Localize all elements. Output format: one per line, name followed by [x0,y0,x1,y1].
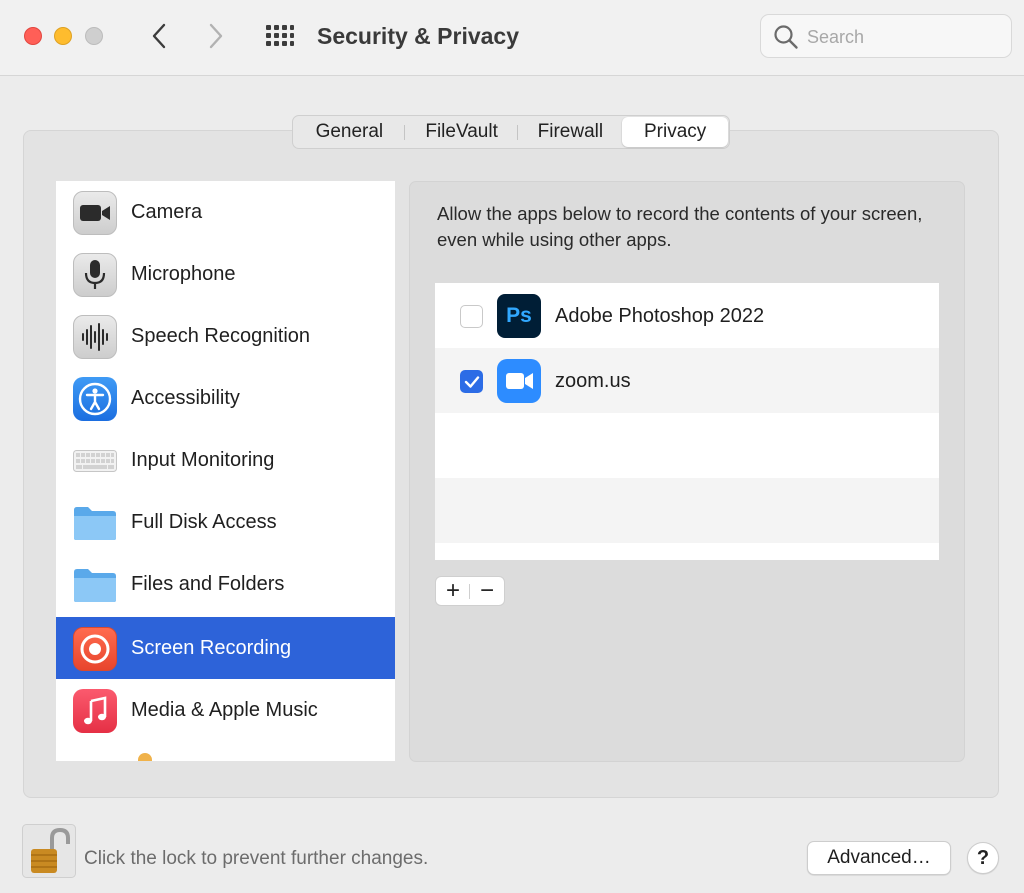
back-button[interactable] [144,20,174,52]
music-app-icon [72,688,118,734]
window-title: Security & Privacy [317,23,520,49]
sidebar-item-files-and-folders[interactable]: Files and Folders [56,553,395,615]
full-disk-app-icon [72,500,118,546]
tab-privacy[interactable]: Privacy [622,117,728,147]
folder-icon [74,569,116,602]
partially-hidden-item-icon [138,753,152,761]
search-icon [774,25,798,49]
tab-bar: General FileVault Firewall Privacy [292,115,730,149]
lock-status-text: Click the lock to prevent further change… [84,848,429,869]
sidebar-item-label: Media & Apple Music [131,699,318,721]
add-app-button[interactable]: + [436,577,470,605]
sidebar-item-label: Microphone [131,263,236,285]
chevron-right-icon [209,23,223,49]
zoom-icon [497,359,541,403]
privacy-category-list[interactable]: Camera Microphone Speech Recognition Acc… [56,181,395,761]
sidebar-item-label: Files and Folders [131,573,285,595]
advanced-button[interactable]: Advanced… [807,841,951,875]
remove-app-button[interactable]: − [470,577,504,605]
app-row-zoom[interactable]: zoom.us [435,348,939,413]
app-name: zoom.us [555,370,631,392]
sidebar-item-speech-recognition[interactable]: Speech Recognition [56,305,395,367]
sidebar-item-input-monitoring[interactable]: Input Monitoring [56,429,395,491]
input-monitoring-app-icon [72,438,118,484]
accessibility-app-icon [72,376,118,422]
forward-button[interactable] [201,20,231,52]
sidebar-item-label: Accessibility [131,387,240,409]
sidebar-item-label: Input Monitoring [131,449,275,471]
sidebar-item-label: Speech Recognition [131,325,311,347]
empty-row [435,478,939,543]
keyboard-icon [73,450,117,472]
photoshop-icon: Ps [497,294,541,338]
sidebar-item-camera[interactable]: Camera [56,181,395,243]
search-input[interactable] [807,23,1003,51]
sidebar-item-label: Screen Recording [131,637,292,659]
title-bar: Security & Privacy [0,0,1024,76]
folder-icon [74,507,116,540]
zoom-window-button[interactable] [85,27,103,45]
record-icon [73,627,117,671]
permission-description: Allow the apps below to record the conte… [437,203,923,250]
photoshop-checkbox[interactable] [460,305,483,328]
camera-app-icon [72,190,118,236]
help-button[interactable]: ? [967,842,999,874]
sidebar-item-microphone[interactable]: Microphone [56,243,395,305]
music-note-icon [73,689,117,733]
sidebar-item-label: Camera [131,201,203,223]
show-all-button[interactable] [262,22,298,50]
tab-filevault[interactable]: FileVault [405,117,519,147]
search-field[interactable] [760,14,1012,58]
minus-icon: − [479,577,494,604]
camera-icon [73,191,117,235]
minimize-window-button[interactable] [54,27,72,45]
chevron-left-icon [152,23,166,49]
microphone-icon [73,253,117,297]
tab-general[interactable]: General [294,117,405,147]
plus-icon: + [445,577,460,604]
accessibility-icon [73,377,117,421]
zoom-checkbox[interactable] [460,370,483,393]
sidebar-item-full-disk-access[interactable]: Full Disk Access [56,491,395,553]
checkmark-icon [464,375,479,388]
sidebar-item-media-apple-music[interactable]: Media & Apple Music [56,679,395,741]
app-permission-list[interactable]: Ps Adobe Photoshop 2022 zoom.us [435,283,939,560]
grid-icon [266,25,294,46]
waveform-icon [73,315,117,359]
screen-recording-app-icon [72,626,118,672]
unlocked-padlock-icon [22,824,76,878]
sidebar-item-label: Full Disk Access [131,511,277,533]
tab-firewall[interactable]: Firewall [518,117,622,147]
add-remove-control: + − [435,576,505,606]
app-name: Adobe Photoshop 2022 [555,305,765,327]
photoshop-icon-text: Ps [506,304,532,327]
lock-button[interactable] [22,824,76,878]
microphone-app-icon [72,252,118,298]
sidebar-item-accessibility[interactable]: Accessibility [56,367,395,429]
app-row-photoshop[interactable]: Ps Adobe Photoshop 2022 [435,283,939,348]
files-folders-app-icon [72,562,118,608]
sidebar-item-screen-recording[interactable]: Screen Recording [56,617,395,679]
close-window-button[interactable] [24,27,42,45]
empty-row [435,413,939,478]
speech-app-icon [72,314,118,360]
